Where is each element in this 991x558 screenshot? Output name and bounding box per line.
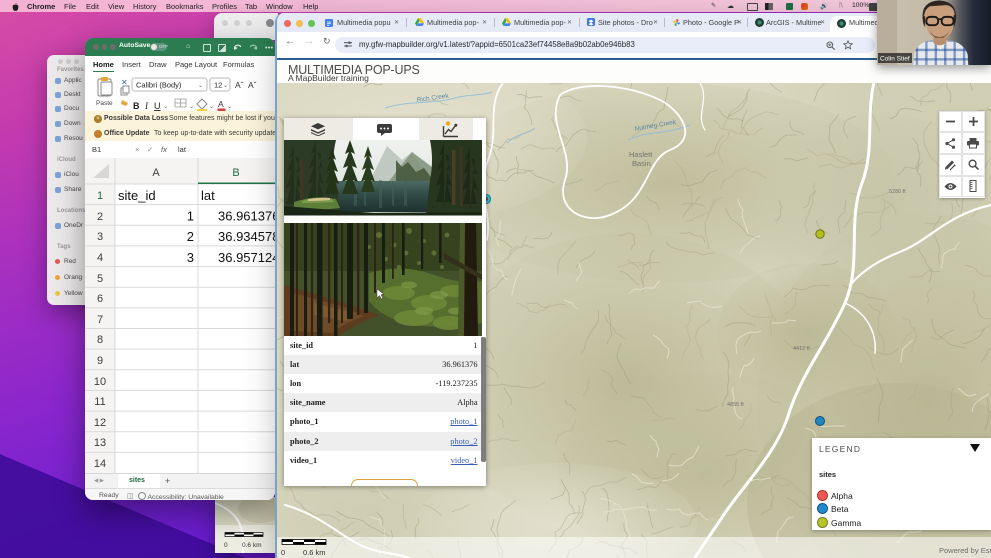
svg-text:12: 12 — [94, 417, 106, 429]
svg-text:1: 1 — [187, 209, 194, 224]
svg-text:Basin: Basin — [632, 159, 651, 168]
svg-text:0: 0 — [224, 542, 228, 549]
svg-text:36.934578: 36.934578 — [218, 229, 275, 244]
svg-text:4: 4 — [97, 252, 103, 264]
svg-text:site_id: site_id — [118, 188, 156, 203]
svg-text:Aˆ: Aˆ — [235, 80, 244, 90]
svg-text:Calibri (Body): Calibri (Body) — [136, 81, 182, 90]
svg-text:I: I — [144, 101, 149, 111]
svg-text:36.961376: 36.961376 — [218, 209, 275, 224]
svg-text:⌄: ⌄ — [223, 83, 228, 89]
svg-text:8: 8 — [97, 334, 103, 346]
svg-text:⌄: ⌄ — [189, 104, 194, 110]
svg-text:36.957124: 36.957124 — [218, 250, 275, 265]
svg-text:⌄: ⌄ — [227, 104, 232, 110]
svg-text:U: U — [154, 101, 161, 111]
svg-text:0.6 km: 0.6 km — [303, 548, 326, 557]
svg-text:1: 1 — [97, 190, 103, 202]
svg-text:lat: lat — [201, 188, 215, 203]
svg-text:Paste: Paste — [96, 100, 113, 107]
svg-text:2: 2 — [187, 229, 194, 244]
svg-text:B: B — [133, 101, 140, 111]
svg-text:Powered by Esri: Powered by Esri — [939, 546, 991, 555]
svg-text:Aˇ: Aˇ — [248, 80, 257, 90]
svg-text:13: 13 — [94, 437, 106, 449]
svg-text:14: 14 — [94, 458, 106, 470]
svg-text:⌄: ⌄ — [209, 104, 214, 110]
svg-text:A: A — [218, 99, 224, 109]
svg-text:7: 7 — [97, 314, 103, 326]
svg-text:A: A — [152, 167, 160, 179]
svg-text:12: 12 — [214, 81, 222, 90]
svg-text:6: 6 — [97, 293, 103, 305]
svg-text:B: B — [232, 167, 239, 179]
svg-text:11: 11 — [94, 396, 105, 408]
svg-text:⌄: ⌄ — [163, 104, 168, 110]
svg-text:0.6 km: 0.6 km — [242, 542, 262, 549]
svg-text:4855 ft: 4855 ft — [727, 402, 744, 408]
svg-text:5280 ft: 5280 ft — [889, 189, 906, 195]
svg-text:⌄: ⌄ — [198, 83, 203, 89]
svg-text:9: 9 — [97, 355, 103, 367]
svg-text:5: 5 — [97, 273, 103, 285]
svg-text:0: 0 — [281, 548, 285, 557]
svg-text:3: 3 — [187, 250, 194, 265]
svg-text:Colin Stief: Colin Stief — [880, 56, 910, 63]
svg-text:10: 10 — [94, 376, 106, 388]
svg-text:Haslett: Haslett — [629, 150, 653, 159]
svg-text:3: 3 — [97, 231, 103, 243]
svg-text:4412 ft: 4412 ft — [793, 346, 810, 352]
svg-text:2: 2 — [97, 211, 103, 223]
